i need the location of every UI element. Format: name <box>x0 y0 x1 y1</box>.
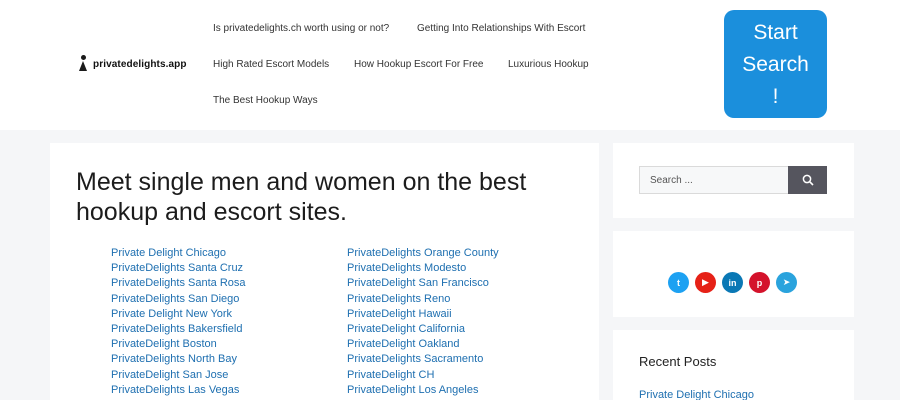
city-link[interactable]: PrivateDelights North Bay <box>111 353 237 365</box>
telegram-icon[interactable]: ➤ <box>776 272 797 293</box>
main-content: Meet single men and women on the best ho… <box>50 143 599 400</box>
city-link[interactable]: PrivateDelight Boston <box>111 338 217 350</box>
cta-line-3: ! <box>772 85 779 108</box>
city-link[interactable]: PrivateDelight Hawaii <box>347 308 452 320</box>
nav-link-best-ways[interactable]: The Best Hookup Ways <box>213 95 318 106</box>
city-link[interactable]: PrivateDelight Los Angeles <box>347 384 478 396</box>
city-link[interactable]: PrivateDelight San Jose <box>111 369 228 381</box>
city-link[interactable]: PrivateDelights Bakersfield <box>111 323 242 335</box>
list-item: PrivateDelights Bakersfield <box>111 322 246 337</box>
list-item: PrivateDelights Sacramento <box>347 352 499 367</box>
list-item: Private Delight New York <box>111 307 246 322</box>
search-widget <box>613 143 854 218</box>
list-item: PrivateDelights Orange County <box>347 246 499 261</box>
nav-link-free-hookup[interactable]: How Hookup Escort For Free <box>354 59 484 70</box>
city-link[interactable]: PrivateDelights Reno <box>347 293 450 305</box>
city-link[interactable]: PrivateDelight Oakland <box>347 338 460 350</box>
pinterest-icon[interactable]: p <box>749 272 770 293</box>
list-item: PrivateDelight San Francisco <box>347 276 499 291</box>
logo-text: privatedelights.app <box>93 58 187 70</box>
list-item: PrivateDelights Santa Rosa <box>111 276 246 291</box>
city-link[interactable]: PrivateDelights Sacramento <box>347 353 483 365</box>
city-links-left: Private Delight Chicago PrivateDelights … <box>111 246 246 398</box>
list-item: PrivateDelight Oakland <box>347 337 499 352</box>
nav-link-worth-using[interactable]: Is privatedelights.ch worth using or not… <box>213 23 389 34</box>
recent-posts-title: Recent Posts <box>639 354 717 369</box>
recent-posts-widget: Recent Posts Private Delight Chicago <box>613 330 854 400</box>
list-item: PrivateDelight California <box>347 322 499 337</box>
list-item: PrivateDelight Boston <box>111 337 246 352</box>
city-link[interactable]: Private Delight New York <box>111 308 232 320</box>
city-link[interactable]: PrivateDelights Santa Cruz <box>111 262 243 274</box>
list-item: PrivateDelights Santa Cruz <box>111 261 246 276</box>
list-item: PrivateDelights North Bay <box>111 352 246 367</box>
city-link[interactable]: PrivateDelight San Francisco <box>347 277 489 289</box>
city-link[interactable]: PrivateDelights Las Vegas <box>111 384 239 396</box>
page-title: Meet single men and women on the best ho… <box>76 168 527 226</box>
search-button[interactable] <box>788 166 827 194</box>
list-item: PrivateDelights Reno <box>347 292 499 307</box>
city-link[interactable]: PrivateDelights Modesto <box>347 262 466 274</box>
site-logo[interactable]: privatedelights.app <box>78 55 187 73</box>
youtube-icon[interactable]: ▶ <box>695 272 716 293</box>
cta-line-1: Start <box>753 21 798 44</box>
city-link[interactable]: PrivateDelights San Diego <box>111 293 239 305</box>
person-icon <box>78 55 88 73</box>
list-item: PrivateDelight Los Angeles <box>347 383 499 398</box>
city-links-right: PrivateDelights Orange County PrivateDel… <box>347 246 499 398</box>
nav-link-luxurious[interactable]: Luxurious Hookup <box>508 59 589 70</box>
start-search-button[interactable]: Start Search ! <box>724 10 827 118</box>
city-link[interactable]: PrivateDelight California <box>347 323 465 335</box>
list-item: PrivateDelights San Diego <box>111 292 246 307</box>
twitter-icon[interactable]: t <box>668 272 689 293</box>
list-item: PrivateDelight Hawaii <box>347 307 499 322</box>
nav-link-high-rated[interactable]: High Rated Escort Models <box>213 59 329 70</box>
city-link[interactable]: PrivateDelight CH <box>347 369 434 381</box>
site-header: privatedelights.app Is privatedelights.c… <box>0 0 900 130</box>
social-links: t ▶ in p ➤ <box>668 272 797 293</box>
recent-post-link[interactable]: Private Delight Chicago <box>639 389 754 400</box>
social-widget: t ▶ in p ➤ <box>613 231 854 317</box>
city-link[interactable]: PrivateDelights Orange County <box>347 247 499 259</box>
list-item: PrivateDelights Las Vegas <box>111 383 246 398</box>
search-input[interactable] <box>639 166 789 194</box>
linkedin-icon[interactable]: in <box>722 272 743 293</box>
list-item: PrivateDelight CH <box>347 368 499 383</box>
list-item: PrivateDelight San Jose <box>111 368 246 383</box>
city-link[interactable]: Private Delight Chicago <box>111 247 226 259</box>
city-link[interactable]: PrivateDelights Santa Rosa <box>111 277 246 289</box>
list-item: Private Delight Chicago <box>111 246 246 261</box>
list-item: PrivateDelights Modesto <box>347 261 499 276</box>
cta-line-2: Search <box>742 53 809 76</box>
search-icon <box>802 174 814 186</box>
nav-link-relationships[interactable]: Getting Into Relationships With Escort <box>417 23 585 34</box>
